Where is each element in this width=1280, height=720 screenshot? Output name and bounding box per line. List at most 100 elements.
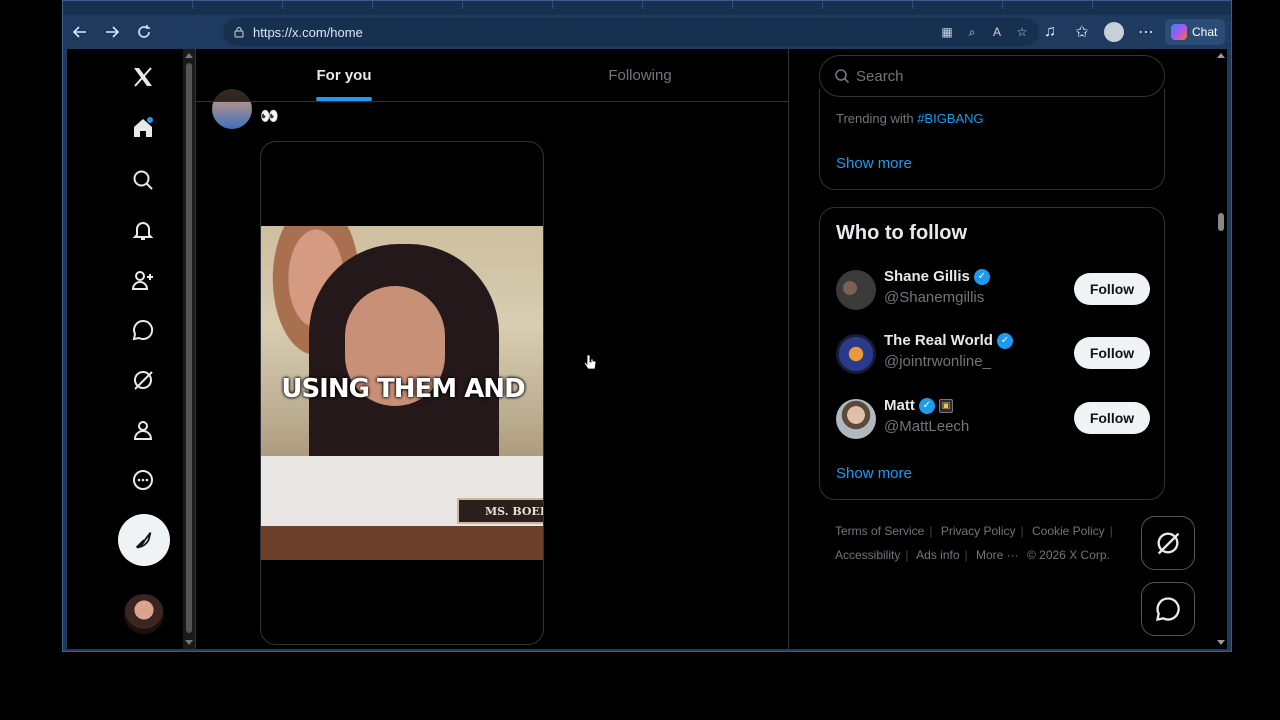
home-icon[interactable] <box>129 114 157 142</box>
desktop: https://x.com/home ▦ ⌕ A ☆ ♫ ✩ ⋯ Chat Fo… <box>0 0 1280 720</box>
more-menu-icon[interactable]: ⋯ <box>1133 19 1159 45</box>
user-avatar[interactable] <box>836 399 876 439</box>
user-handle[interactable]: @MattLeech <box>884 418 969 435</box>
message-icon <box>1156 597 1180 621</box>
address-bar[interactable]: https://x.com/home ▦ ⌕ A ☆ <box>223 18 1039 46</box>
browser-tab[interactable] <box>913 1 1003 9</box>
compose-icon <box>136 532 152 549</box>
search-placeholder: Search <box>856 67 904 85</box>
user-name[interactable]: The Real World <box>884 332 993 349</box>
browser-tab[interactable] <box>373 1 463 9</box>
mouse-cursor-icon <box>583 354 597 370</box>
verified-badge-icon: ✓ <box>973 268 990 285</box>
browser-window: https://x.com/home ▦ ⌕ A ☆ ♫ ✩ ⋯ Chat Fo… <box>62 0 1232 652</box>
footer-link-accessibility[interactable]: Accessibility <box>835 548 900 562</box>
browser-tab[interactable] <box>463 1 553 9</box>
follow-button[interactable]: Follow <box>1074 402 1150 434</box>
browser-tab[interactable] <box>823 1 913 9</box>
verified-badge-icon: ✓ <box>918 397 935 414</box>
forward-icon[interactable] <box>99 19 125 45</box>
tab-following[interactable]: Following <box>492 49 788 101</box>
search-icon <box>835 69 850 84</box>
messages-icon[interactable] <box>129 316 157 344</box>
grok-icon <box>1157 532 1180 555</box>
footer-link-more[interactable]: More ··· <box>976 548 1019 562</box>
who-to-follow-show-more-link[interactable]: Show more <box>836 465 912 482</box>
browser-toolbar: https://x.com/home ▦ ⌕ A ☆ ♫ ✩ ⋯ Chat <box>63 15 1231 49</box>
account-avatar[interactable] <box>124 594 164 634</box>
user-avatar[interactable] <box>836 270 876 310</box>
messages-floating-button[interactable] <box>1141 582 1195 636</box>
who-to-follow-card: Who to follow Shane Gillis ✓ @Shanemgilli… <box>819 207 1165 500</box>
notifications-bell-icon[interactable] <box>129 216 157 244</box>
grok-floating-button[interactable] <box>1141 516 1195 570</box>
browser-tab[interactable] <box>193 1 283 9</box>
trend-hashtag[interactable]: #BIGBANG <box>917 111 983 126</box>
extensions-icon[interactable]: ♫ <box>1037 19 1063 45</box>
footer-link-terms[interactable]: Terms of Service <box>835 524 924 538</box>
read-aloud-icon[interactable]: A <box>990 25 1004 39</box>
user-handle[interactable]: @Shanemgillis <box>884 289 984 306</box>
browser-tab[interactable] <box>643 1 733 9</box>
tab-strip[interactable] <box>63 1 1231 15</box>
trending-card: Trending with #BIGBANG Show more <box>819 89 1165 190</box>
footer-link-ads-info[interactable]: Ads info <box>916 548 959 562</box>
zoom-icon[interactable]: ⌕ <box>965 25 979 39</box>
main-feed: For you Following 👀 MS. BOE USING THEM A… <box>195 49 789 649</box>
video-frame[interactable]: MS. BOEBI USING THEM AND <box>261 226 543 560</box>
page-viewport: For you Following 👀 MS. BOE USING THEM A… <box>67 49 1227 649</box>
add-user-icon[interactable] <box>129 266 157 294</box>
browser-tab[interactable] <box>733 1 823 9</box>
tab-for-you[interactable]: For you <box>196 49 492 101</box>
browser-tab[interactable] <box>553 1 643 9</box>
footer-copyright: © 2026 X Corp. <box>1027 548 1110 562</box>
footer-links: Terms of Service | Privacy Policy | Cookie… <box>835 524 1113 562</box>
compose-post-button[interactable] <box>118 514 170 566</box>
site-info-icon[interactable] <box>233 26 245 38</box>
user-name[interactable]: Shane Gillis <box>884 268 970 285</box>
browser-tab[interactable] <box>103 1 193 9</box>
search-icon[interactable] <box>129 166 157 194</box>
follow-button[interactable]: Follow <box>1074 337 1150 369</box>
active-tab-indicator <box>316 97 372 101</box>
favorites-icon[interactable]: ✩ <box>1069 19 1095 45</box>
grok-icon[interactable] <box>129 366 157 394</box>
follow-suggestion[interactable]: The Real World ✓ @jointrwonline_ Follow <box>836 332 1150 376</box>
copilot-chat-button[interactable]: Chat <box>1165 19 1225 45</box>
video-nameplate: MS. BOEBI <box>457 498 543 524</box>
apps-icon[interactable]: ▦ <box>940 25 954 39</box>
x-logo-icon[interactable] <box>129 63 157 91</box>
url-text[interactable]: https://x.com/home <box>253 25 363 40</box>
browser-tab[interactable] <box>1003 1 1093 9</box>
user-name[interactable]: Matt <box>884 397 915 414</box>
profile-avatar-icon[interactable] <box>1101 19 1127 45</box>
back-icon[interactable] <box>67 19 93 45</box>
follow-suggestion[interactable]: Matt ✓ ▣ @MattLeech Follow <box>836 397 1150 441</box>
page-scrollbar[interactable] <box>1215 49 1227 649</box>
browser-tab[interactable] <box>283 1 373 9</box>
right-sidebar: Trending with #BIGBANG Show more Search … <box>789 49 1227 649</box>
more-options-icon[interactable] <box>129 466 157 494</box>
chat-label: Chat <box>1192 25 1218 39</box>
verified-badge-icon: ✓ <box>996 332 1013 349</box>
user-handle[interactable]: @jointrwonline_ <box>884 353 991 370</box>
trends-show-more-link[interactable]: Show more <box>836 155 912 172</box>
profile-icon[interactable] <box>129 416 157 444</box>
user-avatar[interactable] <box>836 334 876 374</box>
nav-scrollbar[interactable] <box>183 49 195 649</box>
affiliate-badge-icon: ▣ <box>938 398 953 413</box>
search-input[interactable]: Search <box>819 55 1165 97</box>
follow-button[interactable]: Follow <box>1074 273 1150 305</box>
footer-link-cookies[interactable]: Cookie Policy <box>1032 524 1105 538</box>
post-video[interactable]: MS. BOEBI USING THEM AND <box>260 141 544 645</box>
footer-link-privacy[interactable]: Privacy Policy <box>941 524 1016 538</box>
trend-context[interactable]: Trending with #BIGBANG <box>836 111 984 126</box>
refresh-icon[interactable] <box>131 19 157 45</box>
tab-label: Following <box>608 66 672 84</box>
left-sidebar <box>67 49 181 649</box>
favorite-star-icon[interactable]: ☆ <box>1015 25 1029 39</box>
post-text: 👀 <box>260 108 279 125</box>
follow-suggestion[interactable]: Shane Gillis ✓ @Shanemgillis Follow <box>836 268 1150 312</box>
tab-label: For you <box>316 66 372 84</box>
copilot-icon <box>1171 24 1187 40</box>
